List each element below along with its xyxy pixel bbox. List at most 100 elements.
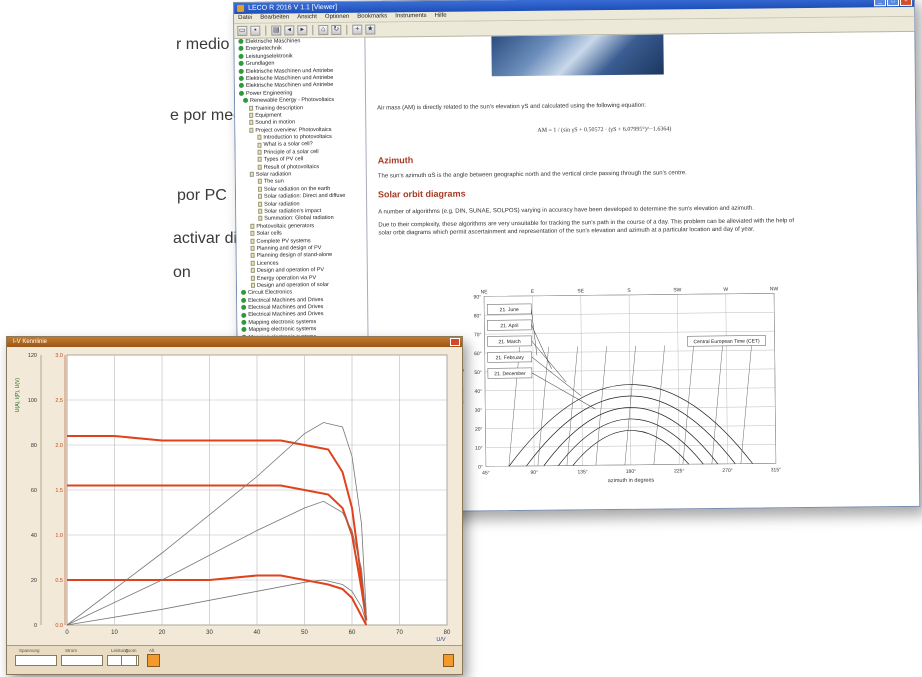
document-icon [250, 230, 255, 237]
menu-optionen[interactable]: Optionen [325, 13, 349, 22]
minimize-button[interactable]: _ [873, 0, 887, 7]
right-y-tick-label: 2.0 [55, 443, 63, 449]
left-y-tick-label: 40 [31, 533, 37, 539]
tree-item-label: Solar radiation [255, 171, 292, 178]
left-y-tick-label: 120 [28, 353, 37, 359]
plot-title: I-V Kennlinie [13, 339, 48, 345]
y-tick-label: 60° [474, 351, 482, 357]
tree-item-label: Introduction to photovoltaics [263, 134, 332, 141]
menu-datei[interactable]: Datei [238, 14, 252, 23]
orbit-paragraph: A number of algorithms (e.g. DIN, SUNAE,… [378, 205, 754, 216]
folder-icon [238, 38, 244, 44]
forward-icon[interactable]: ▸ [297, 25, 308, 36]
document-icon [250, 275, 255, 281]
x-tick-label: 40 [254, 630, 261, 636]
orbit-heading: Solar orbit diagrams [377, 188, 466, 200]
tree-item-label: Summation: Global radiation [264, 215, 334, 223]
maximize-button[interactable]: □ [886, 0, 900, 7]
tree-item-label: Solar radiation's impact [264, 208, 322, 215]
resize-grip[interactable] [443, 654, 454, 667]
tree-item-label: Circuit Electronics [248, 289, 293, 297]
iv-chart: 0 10 20 30 40 50 60 70 80 120 3.0 100 2.5 80 2.0 60 1.5 4… [7, 347, 462, 647]
left-y-tick-label: 80 [31, 443, 37, 449]
plot-title-bar: I-V Kennlinie [7, 337, 462, 347]
left-y-tick-label: 0 [34, 623, 37, 629]
right-y-tick-label: 2.5 [55, 398, 63, 404]
folder-icon [241, 312, 247, 318]
folder-icon [243, 98, 249, 104]
tree-item-label: Sound in motion [255, 119, 296, 127]
home-icon[interactable]: ⌂ [318, 25, 329, 36]
background-line: on [173, 264, 191, 281]
document-icon [258, 208, 263, 214]
solar-orbit-diagram: 45° 90° 135° 180° 225° 270° 315° NE E SE S SW W NW 90°… [459, 286, 781, 484]
tree-item-label: Elektrische Maschinen und Antriebe [245, 67, 334, 75]
right-y-tick-label: 0.0 [55, 623, 63, 629]
azimuth-paragraph: The sun's azimuth αS is the angle betwee… [377, 170, 687, 180]
menu-bearbeiten[interactable]: Bearbeiten [260, 13, 289, 22]
tree-item-label: Planning design of stand-alone [256, 252, 333, 260]
save-icon[interactable]: ▪ [250, 25, 261, 36]
background-text: r medio de anima- e por medio de por PC … [0, 0, 317, 300]
legend-date: 21. April [500, 323, 518, 329]
menu-bookmarks[interactable]: Bookmarks [357, 12, 387, 21]
tree-item-label: Solar cells [256, 230, 282, 237]
left-y-tick-label: 100 [28, 398, 37, 404]
alt-toggle[interactable] [147, 654, 160, 667]
vertical-scrollbar[interactable] [902, 31, 908, 506]
plot-close-button[interactable] [450, 338, 460, 346]
x-tick-label: 315° [771, 467, 781, 473]
document-icon [250, 238, 255, 244]
x-tick-label: 30 [206, 630, 213, 636]
document-icon [257, 157, 262, 163]
tree-item-label: Licences [256, 260, 279, 267]
legend-date: 21. June [500, 307, 519, 313]
tree-item-label: Solar radiation: Direct and diffuse [264, 193, 346, 200]
menu-ansicht[interactable]: Ansicht [297, 13, 317, 22]
document-icon [249, 112, 254, 118]
orbit-paragraph: solar orbit diagrams which permit ascert… [378, 226, 755, 237]
top-direction-label: SW [673, 287, 681, 293]
tree-item-label: The sun [263, 178, 284, 186]
document-icon [249, 105, 254, 111]
document-icon [249, 120, 254, 126]
tree-item-label: Renewable Energy - Photovoltaics [250, 97, 335, 104]
menu-hilfe[interactable]: Hilfe [435, 12, 447, 21]
legend-date: 21. March [498, 339, 521, 345]
open-icon[interactable]: ▭ [237, 25, 248, 36]
document-icon [257, 186, 262, 192]
current-select[interactable] [61, 655, 103, 666]
tree-item-label: Types of PV cell [263, 156, 304, 163]
folder-icon [238, 46, 244, 52]
tree-item-label: Energy operation via PV [256, 274, 317, 282]
refresh-icon[interactable]: ↻ [331, 24, 342, 35]
x-tick-label: 270° [722, 468, 732, 474]
document-icon [250, 253, 255, 259]
tree-item-label: Electrical Machines and Drives [248, 311, 324, 319]
tree-item-label: Energietechnik [245, 45, 282, 53]
y-tick-label: 70° [474, 332, 482, 338]
back-icon[interactable]: ◂ [284, 25, 295, 36]
bookmark-icon[interactable]: ★ [365, 24, 376, 35]
zoom-icon[interactable]: + [352, 24, 363, 35]
x-tick-label: 10 [111, 630, 118, 636]
print-icon[interactable]: ▤ [271, 25, 282, 36]
control-label: Zoom [125, 648, 137, 653]
document-icon [257, 134, 262, 140]
tree-item-label: Complete PV systems [256, 237, 311, 245]
document-icon [257, 142, 262, 148]
close-button[interactable]: × [899, 0, 913, 7]
x-tick-label: 45° [482, 470, 490, 476]
folder-icon [241, 290, 247, 296]
top-direction-label: NE [481, 289, 489, 295]
y-tick-label: 10° [475, 446, 483, 452]
top-direction-label: SE [577, 288, 584, 294]
tree-item-label: Electrical Machines and Drives [248, 296, 324, 304]
voltage-select[interactable] [15, 655, 57, 666]
document-icon [249, 171, 254, 177]
zoom-select[interactable] [121, 655, 137, 666]
tree-item-label: Equipment [255, 112, 282, 119]
x-tick-label: 60 [349, 630, 356, 636]
menu-instruments[interactable]: Instruments [395, 12, 426, 21]
folder-icon [238, 90, 244, 96]
